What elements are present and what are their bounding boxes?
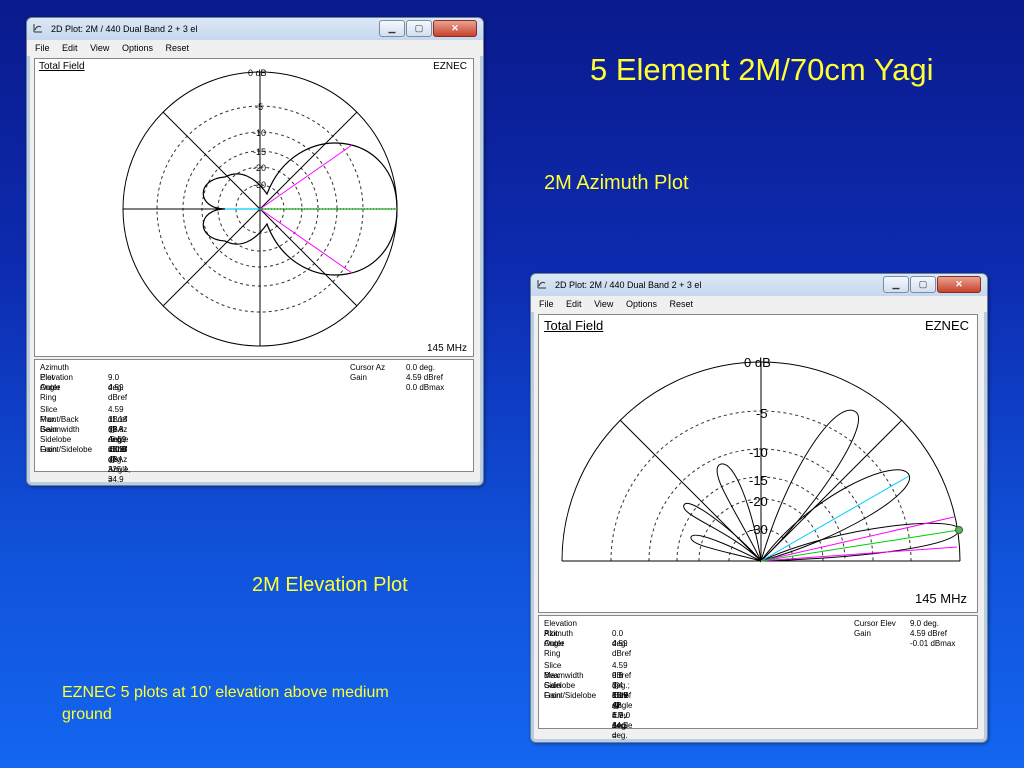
- elevation-lobe-main: [760, 522, 960, 562]
- info-value: 9.0 deg.: [910, 619, 939, 628]
- close-button[interactable]: ✕: [433, 20, 477, 37]
- elevation-caption: 2M Elevation Plot: [252, 574, 408, 596]
- menu-reset[interactable]: Reset: [669, 299, 693, 309]
- window-title: 2D Plot: 2M / 440 Dual Band 2 + 3 el: [51, 24, 198, 34]
- elevation-lobe-3: [759, 409, 859, 563]
- info-label: Front/Sidelobe: [544, 691, 597, 700]
- menu-view[interactable]: View: [594, 299, 613, 309]
- window-title: 2D Plot: 2M / 440 Dual Band 2 + 3 el: [555, 280, 702, 290]
- ring-label-0db: 0 dB: [248, 68, 267, 78]
- ring-label-minus-10: -10: [253, 128, 266, 138]
- ring-label-minus-30: -30: [749, 522, 768, 537]
- info-label: Outer Ring: [40, 383, 61, 402]
- info-label: Gain: [854, 629, 871, 638]
- elevation-info-panel: Elevation Plot Azimuth Angle 0.0 deg. Out…: [538, 615, 978, 742]
- ring-label-minus-20: -20: [749, 494, 768, 509]
- menu-edit[interactable]: Edit: [62, 43, 78, 53]
- azimuth-plot-area[interactable]: Total Field EZNEC 145 MHz 0 dB -5 -10 -1…: [34, 58, 474, 357]
- menu-reset[interactable]: Reset: [165, 43, 189, 53]
- info-label: Beamwidth: [544, 671, 584, 680]
- plot-app-icon: [33, 24, 42, 33]
- close-button[interactable]: ✕: [937, 276, 981, 293]
- axis-diag-1: [619, 419, 762, 562]
- slide-title: 5 Element 2M/70cm Yagi: [590, 52, 934, 87]
- elevation-polar-chart[interactable]: 0 dB -5 -10 -15 -20 -30: [539, 315, 977, 612]
- window-titlebar[interactable]: 2D Plot: 2M / 440 Dual Band 2 + 3 el ▁ ▢…: [27, 18, 483, 40]
- info-label: Gain: [350, 373, 367, 382]
- minimize-button[interactable]: ▁: [379, 20, 405, 37]
- window-titlebar[interactable]: 2D Plot: 2M / 440 Dual Band 2 + 3 el ▁ ▢…: [531, 274, 987, 296]
- ring-label-minus-15: -15: [749, 473, 768, 488]
- info-label: Front/Back: [40, 415, 79, 424]
- elevation-lobe-2: [759, 469, 910, 562]
- info-value: 4.59 dBref: [910, 629, 947, 638]
- ring-label-0db: 0 dB: [744, 355, 771, 370]
- info-value: 4.59 dBref: [406, 373, 443, 382]
- ring-label-minus-20: -20: [253, 163, 266, 173]
- elevation-lobe-left-3: [690, 534, 762, 562]
- maximize-button[interactable]: ▢: [406, 20, 432, 37]
- ring-label-minus-5: -5: [756, 406, 768, 421]
- menu-file[interactable]: File: [539, 299, 554, 309]
- elevation-plot-area[interactable]: Total Field EZNEC 145 MHz 0 dB -5 -10 -1…: [538, 314, 978, 613]
- menu-view[interactable]: View: [90, 43, 109, 53]
- info-value: 4.59 dBref: [612, 639, 632, 658]
- info-label: Beamwidth: [40, 425, 80, 434]
- ring-label-minus-10: -10: [749, 445, 768, 460]
- info-label: Cursor Elev: [854, 619, 896, 628]
- maximize-button[interactable]: ▢: [910, 276, 936, 293]
- menu-bar: File Edit View Options Reset: [27, 40, 483, 56]
- info-value: -0.01 dBmax: [910, 639, 956, 648]
- info-right: Cursor Elev 9.0 deg. Gain 4.59 dBref -0.01…: [854, 619, 969, 649]
- info-value: 0.0 deg.: [406, 363, 435, 372]
- slide-note: EZNEC 5 plots at 10’ elevation above med…: [62, 684, 389, 723]
- info-label: Cursor Az: [350, 363, 386, 372]
- menu-file[interactable]: File: [35, 43, 50, 53]
- ring-label-minus-5: -5: [255, 102, 263, 112]
- ring-label-minus-15: -15: [253, 147, 266, 157]
- elevation-plot-window[interactable]: 2D Plot: 2M / 440 Dual Band 2 + 3 el ▁ ▢…: [530, 273, 988, 743]
- azimuth-polar-chart[interactable]: 0 dB -5 -10 -15 -20 -30: [35, 59, 473, 356]
- menu-options[interactable]: Options: [122, 43, 153, 53]
- beamwidth-line-upper: [259, 144, 353, 210]
- menu-bar: File Edit View Options Reset: [531, 296, 987, 312]
- azimuth-caption: 2M Azimuth Plot: [544, 172, 689, 194]
- plot-app-icon: [537, 280, 546, 289]
- ring-label-minus-30: -30: [253, 180, 266, 190]
- info-label: Front/Sidelobe: [40, 445, 93, 454]
- beamwidth-line-lower: [259, 208, 353, 274]
- info-value: 1.19 dB: [612, 691, 628, 710]
- info-right: Cursor Az 0.0 deg. Gain 4.59 dBref 0.0 dBm…: [350, 363, 465, 393]
- menu-options[interactable]: Options: [626, 299, 657, 309]
- cursor-line: [760, 529, 960, 562]
- sidelobe-line: [760, 475, 910, 562]
- info-value: 4.59 dBref: [108, 383, 128, 402]
- cursor-marker[interactable]: [955, 526, 963, 534]
- info-value: 11.18 dB: [108, 445, 128, 464]
- azimuth-plot-window[interactable]: 2D Plot: 2M / 440 Dual Band 2 + 3 el ▁ ▢…: [26, 17, 484, 486]
- menu-edit[interactable]: Edit: [566, 299, 582, 309]
- info-value: 0.0 dBmax: [406, 383, 445, 392]
- minimize-button[interactable]: ▁: [883, 276, 909, 293]
- azimuth-info-panel: Azimuth Plot Elevation Angle 9.0 deg. Out…: [34, 359, 474, 484]
- info-label: Outer Ring: [544, 639, 565, 658]
